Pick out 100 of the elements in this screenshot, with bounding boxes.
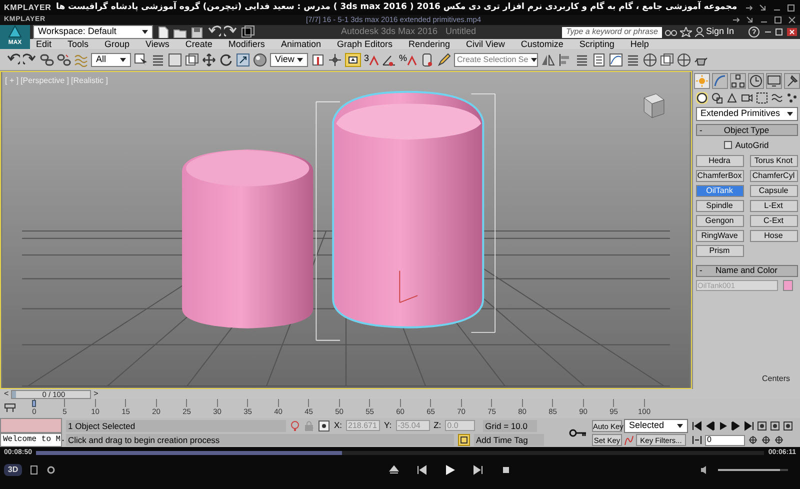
- star-icon[interactable]: [680, 27, 692, 37]
- oil-tank-drawing[interactable]: [332, 90, 484, 328]
- spinner-snap-icon[interactable]: [420, 52, 434, 66]
- window-controls-icon[interactable]: [763, 28, 797, 36]
- time-slider-thumb[interactable]: [12, 390, 16, 398]
- frame-field[interactable]: 0: [705, 434, 745, 446]
- key-tangent-icon[interactable]: [624, 434, 634, 446]
- clock-icon[interactable]: [748, 73, 764, 89]
- menu-item[interactable]: Group: [104, 40, 130, 48]
- menu-item[interactable]: Civil View: [466, 40, 505, 48]
- category-dropdown[interactable]: Extended Primitives: [696, 107, 798, 121]
- undo-icon[interactable]: [6, 52, 20, 66]
- menu-item[interactable]: Animation: [280, 40, 321, 48]
- menu-item[interactable]: Edit: [36, 40, 52, 48]
- menu-item[interactable]: Graph Editors: [336, 40, 392, 48]
- hierarchy-icon[interactable]: [730, 73, 746, 89]
- key-mode-dropdown[interactable]: Selected: [624, 418, 688, 432]
- rotate-icon[interactable]: [219, 52, 233, 66]
- render-icon[interactable]: [643, 52, 658, 66]
- restore-icon[interactable]: [746, 16, 754, 24]
- curve-editor-icon[interactable]: [609, 52, 624, 66]
- render-icon[interactable]: [677, 52, 692, 66]
- time-tag-icon[interactable]: [458, 434, 470, 446]
- playhead-marker[interactable]: [32, 400, 36, 407]
- script-listener-input[interactable]: Welcome to M.: [0, 433, 62, 447]
- object-type-button[interactable]: OilTank: [696, 184, 744, 197]
- stop-icon[interactable]: [501, 465, 511, 475]
- play-icon[interactable]: [718, 420, 728, 430]
- window-icon[interactable]: [660, 52, 674, 66]
- object-type-button[interactable]: Gengon: [696, 214, 744, 227]
- sign-in-button[interactable]: Sign In: [695, 25, 745, 39]
- rollout-header[interactable]: - Name and Color: [696, 264, 798, 277]
- pencil-icon[interactable]: [437, 52, 452, 66]
- camera-icon[interactable]: [740, 92, 752, 104]
- menu-item[interactable]: Scripting: [579, 40, 614, 48]
- menu-item[interactable]: Customize: [520, 40, 564, 48]
- cursor-icon[interactable]: [134, 52, 148, 66]
- object-type-button[interactable]: Hose: [750, 230, 798, 242]
- workspace-dropdown[interactable]: Workspace: Default: [33, 25, 153, 39]
- object-type-button[interactable]: Spindle: [696, 200, 744, 212]
- object-type-button[interactable]: Hedra: [696, 154, 744, 167]
- mirror-icon[interactable]: [541, 52, 556, 66]
- object-type-button[interactable]: Capsule: [750, 184, 798, 197]
- object-type-button[interactable]: RingWave: [696, 230, 744, 242]
- object-type-button[interactable]: C-Ext: [750, 214, 798, 227]
- autogrid-checkbox[interactable]: [724, 141, 732, 150]
- helper-icon[interactable]: [756, 92, 768, 104]
- menu-item[interactable]: Create: [185, 40, 212, 48]
- shapes-icon[interactable]: [710, 92, 722, 104]
- menu-item[interactable]: Tools: [68, 40, 89, 48]
- color-swatch[interactable]: [782, 280, 792, 291]
- menu-item[interactable]: Modifiers: [228, 40, 265, 48]
- circle-icon[interactable]: [696, 92, 708, 104]
- wave-icon[interactable]: [770, 92, 782, 104]
- add-time-tag-button[interactable]: Add Time Tag: [474, 434, 544, 446]
- key-icon[interactable]: [569, 428, 587, 436]
- snap-toggle[interactable]: 3: [364, 54, 380, 66]
- undo-icon[interactable]: [207, 25, 221, 39]
- dots-icon[interactable]: [786, 92, 798, 104]
- chain-link-icon[interactable]: [40, 52, 54, 66]
- window-icon[interactable]: [185, 52, 199, 66]
- menu-item[interactable]: Views: [146, 40, 170, 48]
- next-icon[interactable]: [473, 465, 483, 475]
- move-icon[interactable]: [202, 52, 216, 66]
- object-type-button[interactable]: ChamferCyl: [750, 170, 798, 182]
- light-icon[interactable]: [726, 92, 738, 104]
- seek-bar[interactable]: [36, 451, 764, 455]
- axis-icon[interactable]: [328, 52, 342, 66]
- play-icon[interactable]: [445, 465, 455, 475]
- menu-item[interactable]: Help: [630, 40, 649, 48]
- hammer-icon[interactable]: [784, 73, 800, 89]
- list-icon[interactable]: [575, 52, 590, 66]
- eject-icon[interactable]: [389, 465, 399, 475]
- previous-frame-icon[interactable]: [705, 420, 715, 430]
- sphere-icon[interactable]: [253, 52, 267, 66]
- rollout-header[interactable]: - Object Type: [696, 124, 798, 136]
- reference-coordinate-dropdown[interactable]: View: [270, 52, 308, 66]
- monitor-icon[interactable]: [766, 73, 782, 89]
- square-icon[interactable]: [168, 52, 182, 66]
- previous-frame-button[interactable]: <: [4, 390, 9, 398]
- binoculars-icon[interactable]: [665, 27, 677, 37]
- go-to-end-icon[interactable]: [744, 420, 754, 430]
- percent-snap-toggle[interactable]: %: [399, 54, 418, 66]
- broken-link-icon[interactable]: [57, 52, 71, 66]
- previous-icon[interactable]: [417, 465, 427, 475]
- list-icon[interactable]: [626, 52, 640, 66]
- object-type-button[interactable]: ChamferBox: [696, 170, 744, 182]
- save-icon[interactable]: [190, 26, 204, 38]
- search-field[interactable]: Type a keyword or phrase: [562, 26, 662, 38]
- close-icon[interactable]: [788, 16, 796, 24]
- redo-icon[interactable]: [224, 25, 238, 39]
- menu-item[interactable]: Rendering: [408, 40, 450, 48]
- bulb-icon[interactable]: [290, 420, 300, 432]
- layers-icon[interactable]: [592, 52, 606, 66]
- named-selection-field[interactable]: Create Selection Se: [454, 52, 538, 66]
- next-frame-icon[interactable]: [731, 420, 741, 430]
- go-to-start-icon[interactable]: [692, 420, 702, 430]
- object-type-button[interactable]: Prism: [696, 244, 744, 257]
- object-type-button[interactable]: Torus Knot: [750, 154, 798, 167]
- selection-filter-dropdown[interactable]: All: [91, 52, 131, 66]
